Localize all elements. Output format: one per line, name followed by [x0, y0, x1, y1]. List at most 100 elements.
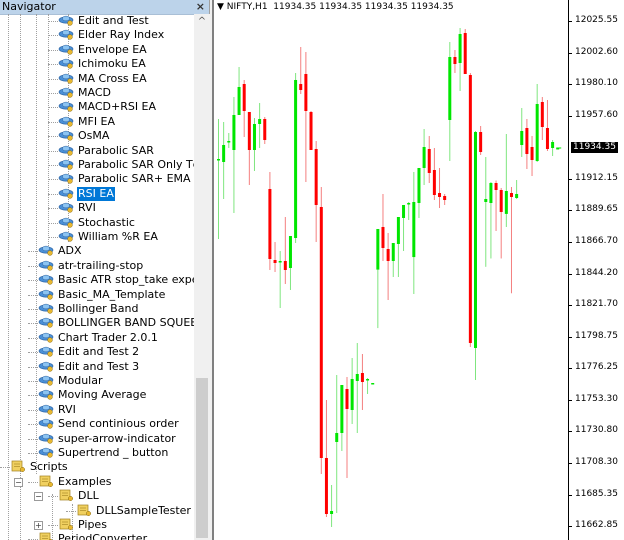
expand-icon[interactable]: + [34, 521, 43, 530]
tree-item[interactable]: Edit and Test 3 [38, 360, 140, 374]
tree-item[interactable]: Supertrend _ button [38, 446, 169, 460]
tree-item[interactable]: MFI EA [58, 115, 116, 129]
tree-item[interactable]: Elder Ray Index [58, 28, 165, 42]
tree-item-label: Send continious order [58, 417, 179, 431]
candle [463, 29, 467, 74]
tree-line [48, 496, 58, 498]
candle [299, 46, 303, 95]
tree-line [28, 337, 38, 339]
tree-item[interactable]: Scripts [10, 460, 69, 474]
tree-item[interactable]: OsMA [58, 129, 110, 143]
tree-item-label: Pipes [78, 518, 107, 531]
candle-body [232, 114, 236, 150]
current-price-label: 11934.35 [571, 141, 618, 153]
candle [484, 156, 488, 267]
expert-advisor-icon [58, 14, 74, 26]
candle-body [217, 158, 220, 161]
tree-item[interactable]: Bollinger Band [38, 302, 139, 316]
tree-item[interactable]: ADX [38, 244, 83, 258]
navigator-tree: Edit and Test Elder Ray Index Envelope EA I… [0, 14, 194, 540]
candle-body [484, 198, 488, 202]
tree-item-label: Basic_MA_Template [58, 287, 166, 301]
tree-item[interactable]: Moving Average [38, 388, 147, 402]
collapse-icon[interactable]: − [34, 492, 43, 502]
candle [509, 186, 513, 294]
candle [479, 125, 483, 155]
tree-item[interactable]: Pipes [58, 518, 108, 532]
candle [330, 484, 334, 527]
expert-advisor-icon [58, 187, 74, 199]
candle-body [458, 34, 462, 63]
candle-body [366, 378, 370, 381]
tree-item[interactable]: DLL [58, 489, 100, 503]
tree-line [28, 323, 38, 325]
tree-item[interactable]: MACD+RSI EA [58, 100, 157, 114]
candle [551, 139, 555, 156]
close-icon[interactable]: × [196, 0, 205, 14]
tree-item[interactable]: William %R EA [58, 230, 159, 244]
price-label: 11844.20 [575, 267, 618, 278]
tree-item[interactable]: Modular [38, 374, 104, 388]
candle [273, 241, 277, 272]
candle [242, 79, 246, 137]
script-icon [38, 532, 54, 540]
scrollbar-thumb[interactable] [196, 378, 208, 538]
expert-advisor-icon [58, 43, 74, 55]
tree-item-label: Elder Ray Index [78, 28, 165, 42]
tree-item[interactable]: Ichimoku EA [58, 57, 147, 71]
tree-item[interactable]: Parabolic SAR+ EMA Cross [58, 172, 194, 186]
candle-body [402, 204, 406, 218]
chart-window[interactable]: ▼ NIFTY,H1 11934.35 11934.35 11934.35 11… [212, 0, 624, 540]
tree-item[interactable]: Parabolic SAR Only Tgt and [58, 158, 194, 172]
candle [217, 118, 220, 239]
tree-item[interactable]: Edit and Test [58, 14, 150, 28]
navigator-scrollbar[interactable]: ^ [194, 14, 210, 540]
tree-item[interactable]: Basic ATR stop_take expert advi [38, 273, 194, 287]
price-axis[interactable]: 12025.55 12002.60 11980.10 11957.60 11912.15… [568, 0, 624, 540]
collapse-icon[interactable]: − [14, 477, 23, 487]
tree-item[interactable]: RVI [38, 403, 77, 417]
candle-body [324, 457, 328, 514]
tree-item[interactable]: Chart Trader 2.0.1 [38, 331, 159, 345]
tree-item[interactable]: BOLLINGER BAND SQUEEZE [38, 316, 194, 330]
tree-item[interactable]: DLLSampleTester [76, 504, 192, 518]
tree-item[interactable]: Basic_MA_Template [38, 288, 166, 302]
candle-body [422, 146, 426, 168]
tree-item[interactable]: PeriodConverter [38, 532, 148, 540]
tree-item[interactable]: super-arrow-indicator [38, 432, 177, 446]
candlestick-chart[interactable] [214, 0, 568, 540]
expert-advisor-icon [38, 331, 54, 343]
tree-item[interactable]: Parabolic SAR [58, 144, 155, 158]
candle [540, 96, 544, 140]
candle [371, 382, 375, 385]
expert-advisor-icon [58, 115, 74, 127]
tree-item-label: Supertrend _ button [58, 446, 169, 459]
tree-item[interactable]: MACD [58, 86, 112, 100]
tree-line [48, 193, 58, 195]
price-label: 11980.10 [575, 78, 618, 89]
tree-item-label: DLL [78, 489, 99, 503]
tree-line [0, 467, 10, 469]
tree-item[interactable]: Send continious order [38, 417, 180, 431]
candle-body [304, 73, 308, 112]
tree-item[interactable]: Examples [38, 475, 112, 489]
candle [474, 130, 477, 380]
scroll-up-icon[interactable]: ^ [194, 14, 210, 30]
candle-body [468, 74, 472, 343]
chart-menu-arrow-icon[interactable]: ▼ [217, 2, 224, 12]
tree-item[interactable]: Edit and Test 2 [38, 345, 140, 359]
candle-body [283, 260, 287, 270]
tree-item[interactable]: Envelope EA [58, 43, 148, 57]
tree-line [8, 14, 9, 540]
candle-body [432, 169, 436, 196]
candle [422, 128, 426, 185]
tree-item[interactable]: atr-trailing-stop [38, 259, 144, 273]
tree-item[interactable]: RVI [58, 201, 97, 215]
tree-item[interactable]: RSI EA [58, 186, 115, 201]
tree-line [48, 222, 58, 224]
tree-line [48, 14, 49, 246]
candle-body [525, 128, 529, 154]
tree-item[interactable]: MA Cross EA [58, 72, 148, 86]
tree-item[interactable]: Stochastic [58, 216, 136, 230]
candle [319, 186, 323, 474]
